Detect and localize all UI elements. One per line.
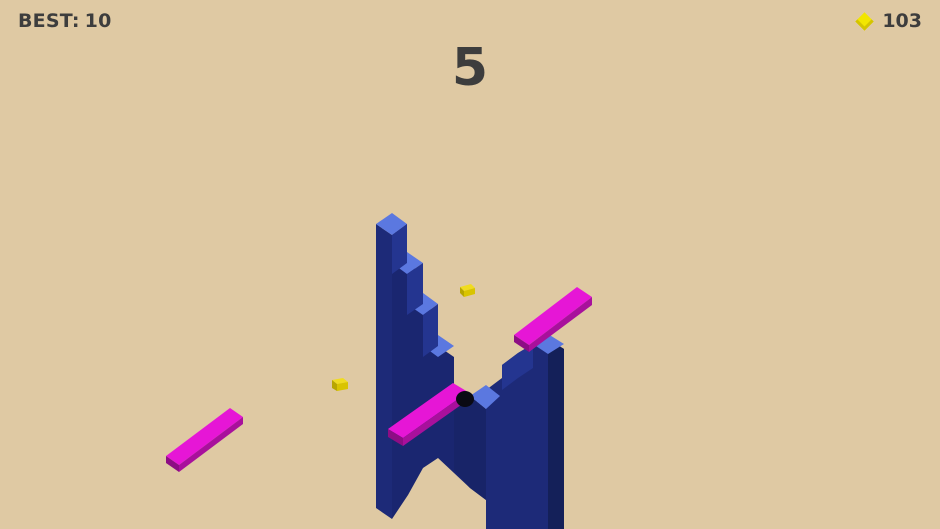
best-label: BEST: <box>18 10 80 32</box>
gem-pickup <box>460 284 475 297</box>
tower-left-front <box>376 224 392 519</box>
best-score: BEST: 10 <box>18 10 112 32</box>
gem-icon <box>855 11 875 31</box>
tower-right-side <box>548 339 564 529</box>
zigzag-tower <box>376 213 564 529</box>
best-value: 10 <box>84 10 112 32</box>
current-score: 5 <box>451 38 489 98</box>
gem-count: 103 <box>882 10 922 32</box>
player-ball <box>456 391 474 407</box>
gem-counter: 103 <box>855 10 922 32</box>
pink-platform <box>166 408 243 472</box>
gem-pickup <box>332 378 348 391</box>
